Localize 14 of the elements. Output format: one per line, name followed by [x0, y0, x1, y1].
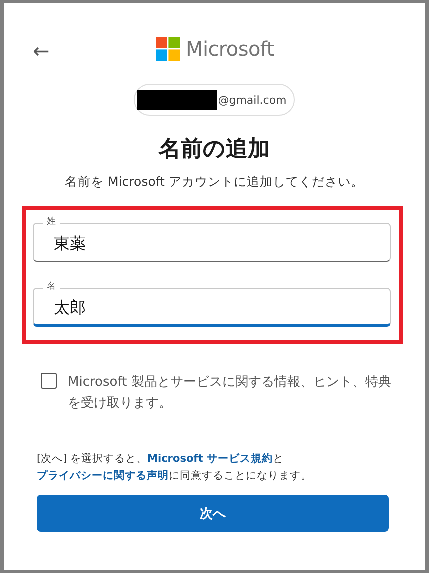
email-text: @gmail.com [218, 94, 287, 106]
microsoft-logo-icon [156, 37, 180, 61]
brand-name: Microsoft [186, 37, 274, 61]
terms-link[interactable]: Microsoft サービス規約 [148, 453, 273, 465]
terms-sentence: [次へ] を選択すると、Microsoft サービス規約 と プライバシーに関する声明に同意することになります。 [37, 452, 313, 484]
back-button[interactable]: ← [33, 41, 50, 61]
checkbox[interactable] [41, 373, 57, 389]
checkbox-label: Microsoft 製品とサービスに関する情報、ヒント、特典を受け取ります。 [68, 374, 392, 413]
subtitle: 名前を Microsoft アカウントに追加してください。 [64, 174, 365, 191]
next-button[interactable]: 次へ [37, 495, 389, 532]
page-title: 名前の追加 [158, 136, 271, 164]
field-label: 姓 [43, 216, 60, 228]
terms-link[interactable]: プライバシーに関する声明 [37, 470, 169, 482]
field-label: 名 [43, 281, 60, 293]
